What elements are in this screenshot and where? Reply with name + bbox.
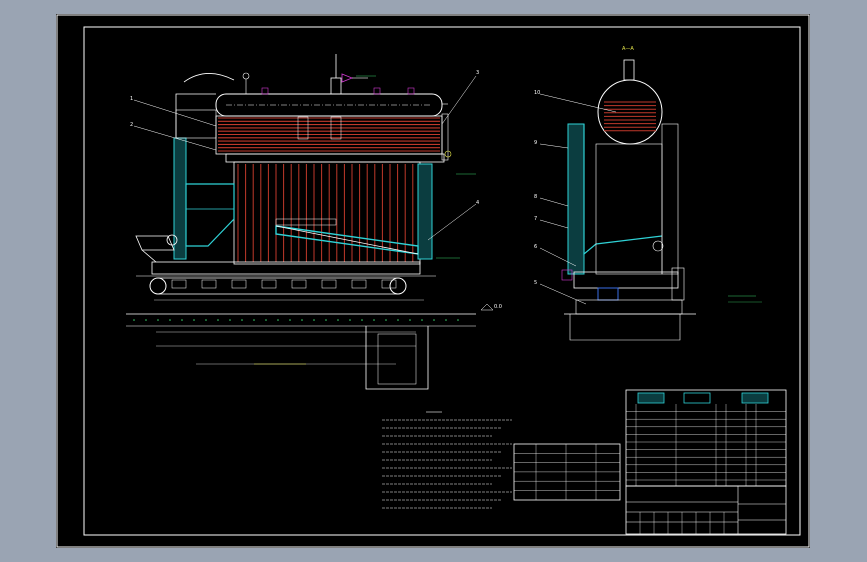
chain-grate (136, 261, 436, 295)
part-number-6: 6 (534, 244, 537, 250)
pressure-gauge-icon (242, 72, 250, 94)
part-number-9: 9 (534, 140, 537, 146)
part-number-8: 8 (534, 194, 537, 200)
drum-fittings (242, 54, 415, 95)
steam-drum (215, 93, 443, 117)
part-number-4: 4 (476, 200, 479, 206)
outer-frame (56, 14, 810, 548)
drum-cross-section (597, 79, 663, 145)
technical-notes (382, 411, 512, 509)
part-number-10: 10 (534, 90, 540, 96)
refractory-lining (173, 137, 433, 260)
downcomer (441, 103, 452, 161)
parts-list (625, 389, 787, 487)
lower-header (225, 153, 445, 163)
title-block (625, 485, 787, 535)
valve-icon (330, 54, 368, 95)
side-section-view: A—A 10 9 8 7 6 5 (534, 46, 762, 341)
part-number-1: 1 (130, 96, 133, 102)
part-number-5: 5 (534, 280, 537, 286)
upper-tube-bank (215, 115, 443, 155)
section-mark: A—A (622, 46, 634, 52)
drawing-sheet: 0.0 1 2 3 4 A—A 10 9 8 7 6 5 (56, 14, 810, 548)
part-number-7: 7 (534, 216, 537, 222)
cad-viewport[interactable]: 0.0 1 2 3 4 A—A 10 9 8 7 6 5 (0, 0, 867, 562)
part-number-2: 2 (130, 122, 133, 128)
foundation: 0.0 (126, 303, 502, 390)
parameter-table (513, 443, 621, 501)
boiler-assembly-drawing: 0.0 1 2 3 4 A—A 10 9 8 7 6 5 (56, 14, 810, 548)
part-number-3: 3 (476, 70, 479, 76)
coal-hopper (135, 234, 178, 263)
front-section-view: 0.0 1 2 3 4 (126, 54, 502, 390)
elevation-label: 0.0 (494, 304, 502, 310)
